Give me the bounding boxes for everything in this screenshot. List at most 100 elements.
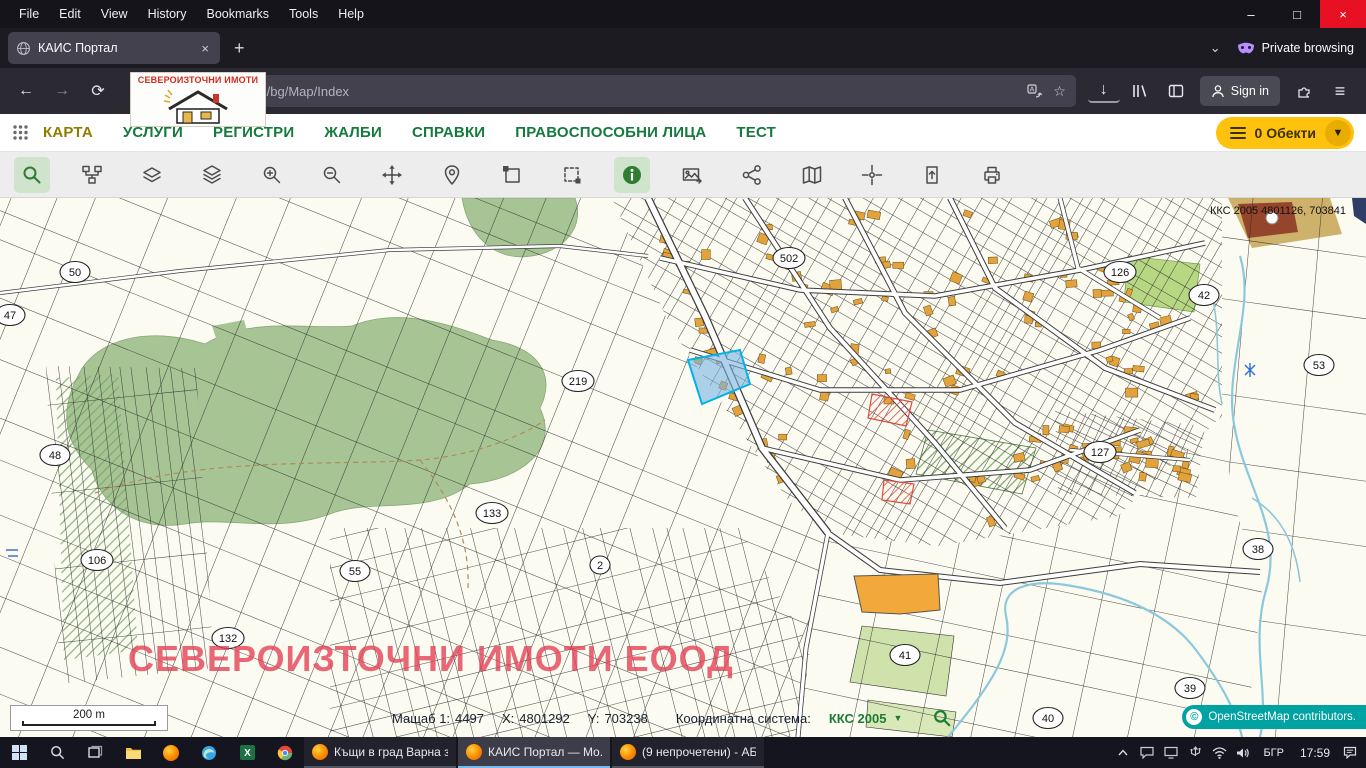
- map-zoom-in-tool[interactable]: [254, 157, 290, 193]
- task-view-icon[interactable]: [76, 737, 114, 768]
- apps-grid-icon[interactable]: [12, 124, 29, 141]
- map-identify-tool[interactable]: [614, 157, 650, 193]
- x-value: 4801292: [519, 711, 570, 726]
- taskbar-clock[interactable]: 17:59: [1292, 746, 1338, 760]
- firefox-icon[interactable]: [152, 737, 190, 768]
- taskbar-search-icon[interactable]: [38, 737, 76, 768]
- extensions-puzzle-icon[interactable]: [1288, 76, 1320, 106]
- objects-expand-icon[interactable]: ▼: [1325, 120, 1351, 146]
- reload-button[interactable]: ⟳: [82, 76, 114, 106]
- volume-icon[interactable]: [1231, 737, 1255, 768]
- window-title: (9 непрочетени) - АБ...: [642, 745, 756, 759]
- sign-in-button[interactable]: Sign in: [1200, 76, 1280, 106]
- share-nodes-icon: [741, 164, 763, 186]
- svg-text:48: 48: [49, 450, 61, 462]
- nav-spravki[interactable]: СПРАВКИ: [412, 124, 485, 141]
- image-export-icon: [681, 164, 703, 186]
- menu-edit[interactable]: Edit: [50, 3, 90, 25]
- person-icon: [1211, 84, 1225, 98]
- map-export-page-tool[interactable]: [914, 157, 950, 193]
- map-topology-tool[interactable]: [74, 157, 110, 193]
- wifi-icon[interactable]: [1207, 737, 1231, 768]
- menu-tools[interactable]: Tools: [280, 3, 327, 25]
- map-canvas[interactable]: 50 47 48 106 132 133 55 219 2 502 126 42…: [0, 198, 1366, 737]
- language-indicator[interactable]: БГР: [1255, 747, 1292, 759]
- map-layers-tool[interactable]: [194, 157, 230, 193]
- excel-icon[interactable]: X: [228, 737, 266, 768]
- map-layers-flat-tool[interactable]: [134, 157, 170, 193]
- nav-zhalbi[interactable]: ЖАЛБИ: [324, 124, 382, 141]
- export-page-icon: [921, 164, 943, 186]
- hidden-icons-caret[interactable]: [1111, 737, 1135, 768]
- firefox-window-icon: [620, 744, 636, 760]
- map-pan-tool[interactable]: [374, 157, 410, 193]
- list-all-tabs-icon[interactable]: ⌄: [1204, 38, 1227, 58]
- window-title: Къщи в град Варна з...: [334, 745, 448, 759]
- back-button[interactable]: ←: [10, 76, 42, 106]
- svg-text:42: 42: [1198, 290, 1210, 302]
- scale-bar: 200 m: [10, 705, 168, 731]
- crs-select[interactable]: ККС 2005 ▼: [829, 711, 903, 726]
- chrome-icon[interactable]: [266, 737, 304, 768]
- forward-button[interactable]: →: [46, 76, 78, 106]
- usb-tray-icon[interactable]: [1183, 737, 1207, 768]
- map-extent-tool[interactable]: [554, 157, 590, 193]
- app-menu-icon[interactable]: ≡: [1324, 76, 1356, 106]
- menu-history[interactable]: History: [139, 3, 196, 25]
- svg-text:X: X: [244, 748, 251, 759]
- snap-crosshair-icon: [861, 164, 883, 186]
- maximize-button[interactable]: □: [1274, 0, 1320, 28]
- map-image-export-tool[interactable]: [674, 157, 710, 193]
- nav-pravosposobni-lica[interactable]: ПРАВОСПОСОБНИ ЛИЦА: [515, 124, 706, 141]
- svg-text:219: 219: [569, 376, 587, 388]
- map-select-area-tool[interactable]: [494, 157, 530, 193]
- extent-rect-icon: [561, 164, 583, 186]
- display-tray-icon[interactable]: [1159, 737, 1183, 768]
- file-explorer-icon[interactable]: [114, 737, 152, 768]
- edge-icon[interactable]: [190, 737, 228, 768]
- map-snap-tool[interactable]: [854, 157, 890, 193]
- map-print-tool[interactable]: [974, 157, 1010, 193]
- info-icon: [621, 164, 643, 186]
- logo-title: СЕВЕРОИЗТОЧНИ ИМОТИ: [138, 75, 258, 85]
- chat-tray-icon[interactable]: [1135, 737, 1159, 768]
- status-search-button[interactable]: [932, 708, 952, 728]
- start-button[interactable]: [0, 737, 38, 768]
- y-label: Y:: [588, 711, 600, 726]
- taskbar-window-mail[interactable]: (9 непрочетени) - АБ...: [612, 737, 764, 768]
- notification-center-icon[interactable]: [1338, 737, 1362, 768]
- firefox-window-icon: [312, 744, 328, 760]
- map-share-tool[interactable]: [734, 157, 770, 193]
- taskbar-window-kashti-varna[interactable]: Къщи в град Варна з...: [304, 737, 456, 768]
- map-search-tool[interactable]: [14, 157, 50, 193]
- map-zoom-out-tool[interactable]: [314, 157, 350, 193]
- new-tab-button[interactable]: +: [224, 36, 255, 61]
- topology-icon: [81, 164, 103, 186]
- objects-counter-button[interactable]: 0 Обекти ▼: [1216, 117, 1354, 149]
- nav-test[interactable]: ТЕСТ: [736, 124, 776, 141]
- url-bar[interactable]: kais.cadastre.bg/bg/Map/Index A ☆: [162, 75, 1076, 107]
- library-icon[interactable]: [1124, 76, 1156, 106]
- downloads-icon[interactable]: ↓: [1088, 79, 1120, 103]
- tab-kais-portal[interactable]: КАИС Портал ×: [8, 32, 220, 64]
- svg-text:55: 55: [349, 566, 361, 578]
- menu-help[interactable]: Help: [329, 3, 373, 25]
- menu-bookmarks[interactable]: Bookmarks: [197, 3, 278, 25]
- close-button[interactable]: ×: [1320, 0, 1366, 28]
- menu-view[interactable]: View: [92, 3, 137, 25]
- menu-file[interactable]: File: [10, 3, 48, 25]
- minimize-button[interactable]: –: [1228, 0, 1274, 28]
- url-path: /bg/Map/Index: [267, 84, 349, 99]
- scale-label: Мащаб 1:: [392, 711, 450, 726]
- translate-icon[interactable]: A: [1027, 84, 1043, 98]
- tab-close-icon[interactable]: ×: [198, 41, 212, 56]
- nav-karta[interactable]: КАРТА: [43, 124, 93, 141]
- logo-house-icon: [161, 85, 235, 125]
- objects-list-icon: [1230, 127, 1246, 139]
- taskbar-window-kais-portal[interactable]: КАИС Портал — Mo...: [458, 737, 610, 768]
- bookmark-star-icon[interactable]: ☆: [1053, 83, 1066, 100]
- map-locate-tool[interactable]: [434, 157, 470, 193]
- sidebar-icon[interactable]: [1160, 76, 1192, 106]
- osm-attribution[interactable]: © OpenStreetMap contributors.: [1182, 705, 1366, 729]
- map-sheet-tool[interactable]: [794, 157, 830, 193]
